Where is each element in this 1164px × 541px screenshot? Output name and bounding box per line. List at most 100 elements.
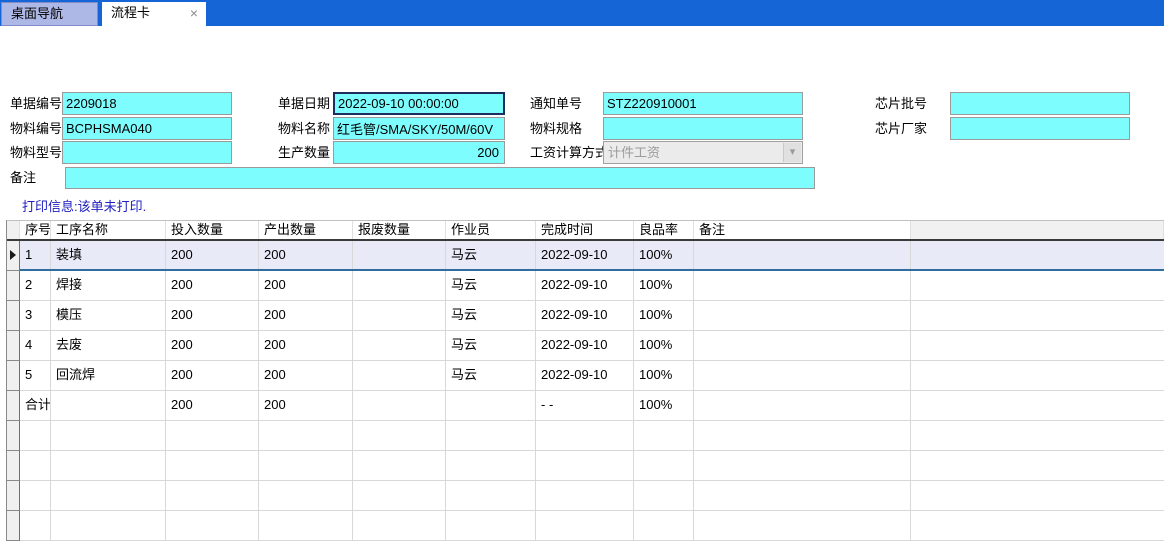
cell-process-name[interactable]: 回流焊	[51, 361, 166, 390]
empty-row	[7, 511, 1164, 541]
table-row[interactable]: 3 模压 200 200 马云 2022-09-10 100%	[7, 301, 1164, 331]
cell-process-name[interactable]: 装填	[51, 241, 166, 269]
cell-remark[interactable]	[694, 361, 911, 390]
cell-finish-time[interactable]: 2022-09-10	[536, 331, 634, 360]
cell-scrap-qty[interactable]	[353, 301, 446, 330]
material-spec-field[interactable]	[603, 117, 803, 140]
tab-process-card[interactable]: 流程卡 ×	[102, 2, 206, 26]
row-selector[interactable]	[7, 391, 20, 421]
cell-output-qty[interactable]: 200	[259, 391, 353, 420]
cell-yield-rate[interactable]: 100%	[634, 301, 694, 330]
cell-process-name[interactable]: 去废	[51, 331, 166, 360]
chevron-down-icon[interactable]: ▾	[783, 143, 801, 162]
cell-process-name[interactable]: 焊接	[51, 271, 166, 300]
table-total-row[interactable]: 合计 200 200 - - 100%	[7, 391, 1164, 421]
wage-method-label: 工资计算方式	[530, 141, 608, 164]
empty-row	[7, 481, 1164, 511]
cell-input-qty[interactable]: 200	[166, 331, 259, 360]
cell-remark[interactable]	[694, 271, 911, 300]
process-steps-grid: 序号 工序名称 投入数量 产出数量 报废数量 作业员 完成时间 良品率 备注 1…	[6, 220, 1164, 541]
cell-output-qty[interactable]: 200	[259, 241, 353, 269]
cell-output-qty[interactable]: 200	[259, 301, 353, 330]
prod-qty-field[interactable]	[333, 141, 505, 164]
close-tab-icon[interactable]: ×	[190, 5, 198, 21]
material-no-label: 物料编号	[10, 117, 62, 140]
cell-scrap-qty[interactable]	[353, 361, 446, 390]
cell-process-name[interactable]: 模压	[51, 301, 166, 330]
col-header-scrap-qty: 报废数量	[353, 221, 446, 239]
table-row[interactable]: 5 回流焊 200 200 马云 2022-09-10 100%	[7, 361, 1164, 391]
cell-finish-time[interactable]: 2022-09-10	[536, 361, 634, 390]
cell-operator[interactable]: 马云	[446, 271, 536, 300]
remark-field[interactable]	[65, 167, 815, 189]
table-row[interactable]: 4 去废 200 200 马云 2022-09-10 100%	[7, 331, 1164, 361]
cell-remark[interactable]	[694, 331, 911, 360]
cell-seq[interactable]: 4	[20, 331, 51, 360]
cell-output-qty[interactable]: 200	[259, 361, 353, 390]
cell-operator[interactable]: 马云	[446, 331, 536, 360]
cell-seq[interactable]: 5	[20, 361, 51, 390]
cell-remark[interactable]	[694, 301, 911, 330]
col-header-input-qty: 投入数量	[166, 221, 259, 239]
row-selector[interactable]	[7, 271, 20, 301]
notice-no-field[interactable]	[603, 92, 803, 115]
cell-scrap-qty[interactable]	[353, 271, 446, 300]
cell-input-qty[interactable]: 200	[166, 241, 259, 269]
cell-operator[interactable]: 马云	[446, 301, 536, 330]
wage-method-value: 计件工资	[608, 142, 660, 163]
cell-input-qty[interactable]: 200	[166, 391, 259, 420]
cell-operator[interactable]	[446, 391, 536, 420]
cell-input-qty[interactable]: 200	[166, 361, 259, 390]
row-selector[interactable]	[7, 361, 20, 391]
cell-output-qty[interactable]: 200	[259, 271, 353, 300]
row-selector	[7, 511, 20, 541]
cell-finish-time[interactable]: 2022-09-10	[536, 271, 634, 300]
row-selector[interactable]	[7, 301, 20, 331]
empty-row	[7, 451, 1164, 481]
doc-no-field[interactable]	[62, 92, 232, 115]
cell-finish-time[interactable]: - -	[536, 391, 634, 420]
table-row[interactable]: 1 装填 200 200 马云 2022-09-10 100%	[7, 241, 1164, 271]
cell-yield-rate[interactable]: 100%	[634, 241, 694, 269]
cell-finish-time[interactable]: 2022-09-10	[536, 301, 634, 330]
cell-operator[interactable]: 马云	[446, 361, 536, 390]
cell-input-qty[interactable]: 200	[166, 271, 259, 300]
cell-yield-rate[interactable]: 100%	[634, 331, 694, 360]
cell-seq[interactable]: 1	[20, 241, 51, 269]
chip-vendor-label: 芯片厂家	[875, 117, 927, 140]
material-no-field[interactable]	[62, 117, 232, 140]
cell-scrap-qty[interactable]	[353, 391, 446, 420]
row-selector[interactable]	[7, 241, 20, 271]
grid-header-row: 序号 工序名称 投入数量 产出数量 报废数量 作业员 完成时间 良品率 备注	[7, 221, 1164, 241]
doc-no-label: 单据编号	[10, 92, 62, 115]
chip-vendor-field[interactable]	[950, 117, 1130, 140]
col-header-output-qty: 产出数量	[259, 221, 353, 239]
col-header-operator: 作业员	[446, 221, 536, 239]
cell-yield-rate[interactable]: 100%	[634, 391, 694, 420]
cell-yield-rate[interactable]: 100%	[634, 361, 694, 390]
cell-input-qty[interactable]: 200	[166, 301, 259, 330]
doc-date-field[interactable]	[333, 92, 505, 115]
row-selector[interactable]	[7, 331, 20, 361]
cell-scrap-qty[interactable]	[353, 241, 446, 269]
cell-seq[interactable]: 2	[20, 271, 51, 300]
cell-output-qty[interactable]: 200	[259, 331, 353, 360]
cell-remark[interactable]	[694, 391, 911, 420]
cell-scrap-qty[interactable]	[353, 331, 446, 360]
row-filler-cell	[911, 301, 1164, 330]
chip-batch-field[interactable]	[950, 92, 1130, 115]
cell-seq[interactable]: 3	[20, 301, 51, 330]
cell-finish-time[interactable]: 2022-09-10	[536, 241, 634, 269]
cell-operator[interactable]: 马云	[446, 241, 536, 269]
empty-row	[7, 421, 1164, 451]
cell-remark[interactable]	[694, 241, 911, 269]
table-row[interactable]: 2 焊接 200 200 马云 2022-09-10 100%	[7, 271, 1164, 301]
cell-process-name[interactable]	[51, 391, 166, 420]
cell-yield-rate[interactable]: 100%	[634, 271, 694, 300]
material-name-field[interactable]	[333, 117, 505, 140]
cell-seq[interactable]: 合计	[20, 391, 51, 420]
tab-desktop-nav[interactable]: 桌面导航	[1, 2, 98, 26]
col-header-process-name: 工序名称	[51, 221, 166, 239]
material-model-field[interactable]	[62, 141, 232, 164]
wage-method-combo[interactable]: 计件工资 ▾	[603, 141, 803, 164]
